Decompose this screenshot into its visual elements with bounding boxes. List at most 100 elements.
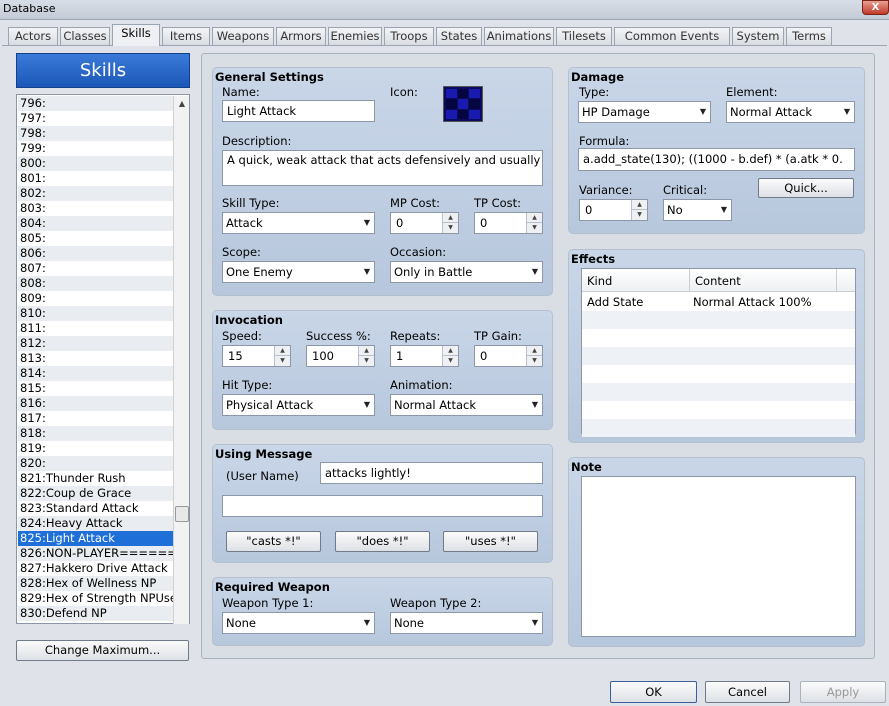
- scope-select[interactable]: One Enemy ▼: [222, 261, 375, 283]
- spin-down-icon[interactable]: ▼: [358, 356, 374, 366]
- col-kind-header[interactable]: Kind: [587, 274, 612, 288]
- list-scrollbar[interactable]: ▲: [173, 96, 189, 624]
- note-textarea[interactable]: [581, 476, 856, 637]
- ok-button[interactable]: OK: [610, 681, 697, 703]
- list-item[interactable]: 822:Coup de Grace: [18, 486, 173, 501]
- spin-up-icon[interactable]: ▲: [358, 346, 374, 356]
- change-maximum-button[interactable]: Change Maximum...: [16, 640, 189, 661]
- formula-input[interactable]: a.add_state(130); ((1000 - b.def) * (a.a…: [578, 148, 855, 171]
- table-row[interactable]: [582, 383, 855, 401]
- spin-up-icon[interactable]: ▲: [274, 346, 290, 356]
- list-item[interactable]: 827:Hakkero Drive Attack: [18, 561, 173, 576]
- list-item[interactable]: 807:: [18, 261, 173, 276]
- variance-stepper[interactable]: 0 ▲ ▼: [579, 199, 648, 221]
- table-row[interactable]: [582, 329, 855, 347]
- list-item[interactable]: 825:Light Attack: [18, 531, 173, 546]
- tp-gain-stepper[interactable]: 0 ▲ ▼: [474, 345, 543, 367]
- message-line1-input[interactable]: attacks lightly!: [320, 462, 543, 484]
- table-row[interactable]: [582, 347, 855, 365]
- spin-up-icon[interactable]: ▲: [442, 213, 458, 223]
- list-item[interactable]: 809:: [18, 291, 173, 306]
- list-item[interactable]: 801:: [18, 171, 173, 186]
- list-item[interactable]: 817:: [18, 411, 173, 426]
- skill-type-select[interactable]: Attack ▼: [222, 212, 375, 234]
- list-item[interactable]: 805:: [18, 231, 173, 246]
- list-item[interactable]: 811:: [18, 321, 173, 336]
- list-item[interactable]: 814:: [18, 366, 173, 381]
- close-button[interactable]: X: [862, 0, 889, 15]
- tab-items[interactable]: Items: [162, 27, 210, 46]
- uses-button[interactable]: "uses *!": [443, 531, 538, 552]
- list-item[interactable]: 824:Heavy Attack: [18, 516, 173, 531]
- spin-up-icon[interactable]: ▲: [526, 346, 542, 356]
- success-stepper[interactable]: 100 ▲ ▼: [306, 345, 375, 367]
- tab-animations[interactable]: Animations: [484, 27, 554, 46]
- spin-down-icon[interactable]: ▼: [526, 223, 542, 233]
- weapon-type1-select[interactable]: None ▼: [222, 612, 375, 634]
- tab-classes[interactable]: Classes: [60, 27, 110, 46]
- spin-up-icon[interactable]: ▲: [526, 213, 542, 223]
- list-item[interactable]: 796:: [18, 96, 173, 111]
- spin-up-icon[interactable]: ▲: [631, 200, 647, 210]
- spin-up-icon[interactable]: ▲: [442, 346, 458, 356]
- mp-cost-stepper[interactable]: 0 ▲ ▼: [390, 212, 459, 234]
- tab-skills[interactable]: Skills: [112, 24, 160, 46]
- skill-list[interactable]: 796: 797: 798: 799: 800: 801: 802: 803: 804: 805:…: [16, 94, 190, 624]
- apply-button[interactable]: Apply: [800, 681, 886, 703]
- list-item[interactable]: 819:: [18, 441, 173, 456]
- skill-icon-picker[interactable]: [443, 86, 483, 122]
- list-item[interactable]: 810:: [18, 306, 173, 321]
- speed-stepper[interactable]: 15 ▲ ▼: [222, 345, 291, 367]
- spin-down-icon[interactable]: ▼: [274, 356, 290, 366]
- cancel-button[interactable]: Cancel: [705, 681, 790, 703]
- spin-down-icon[interactable]: ▼: [631, 210, 647, 220]
- list-item[interactable]: 812:: [18, 336, 173, 351]
- table-row[interactable]: [582, 419, 855, 437]
- tab-enemies[interactable]: Enemies: [328, 27, 382, 46]
- list-item[interactable]: 806:: [18, 246, 173, 261]
- animation-select[interactable]: Normal Attack ▼: [390, 394, 543, 416]
- tab-armors[interactable]: Armors: [276, 27, 326, 46]
- description-input[interactable]: A quick, weak attack that acts defensive…: [222, 150, 543, 186]
- list-item[interactable]: 797:: [18, 111, 173, 126]
- repeats-stepper[interactable]: 1 ▲ ▼: [390, 345, 459, 367]
- tab-system[interactable]: System: [732, 27, 784, 46]
- list-item[interactable]: 818:: [18, 426, 173, 441]
- does-button[interactable]: "does *!": [335, 531, 430, 552]
- list-item[interactable]: 798:: [18, 126, 173, 141]
- list-item[interactable]: 813:: [18, 351, 173, 366]
- table-row[interactable]: Add State Normal Attack 100%: [582, 293, 855, 311]
- list-item[interactable]: 821:Thunder Rush: [18, 471, 173, 486]
- scroll-thumb[interactable]: [175, 506, 189, 522]
- hit-type-select[interactable]: Physical Attack ▼: [222, 394, 375, 416]
- tab-actors[interactable]: Actors: [8, 27, 58, 46]
- list-item[interactable]: 808:: [18, 276, 173, 291]
- list-item[interactable]: 823:Standard Attack: [18, 501, 173, 516]
- table-row[interactable]: [582, 365, 855, 383]
- list-item[interactable]: 800:: [18, 156, 173, 171]
- weapon-type2-select[interactable]: None ▼: [390, 612, 543, 634]
- element-select[interactable]: Normal Attack ▼: [726, 101, 855, 123]
- spin-down-icon[interactable]: ▼: [526, 356, 542, 366]
- list-item[interactable]: 799:: [18, 141, 173, 156]
- tab-states[interactable]: States: [436, 27, 482, 46]
- tab-tilesets[interactable]: Tilesets: [556, 27, 612, 46]
- critical-select[interactable]: No ▼: [663, 199, 732, 221]
- casts-button[interactable]: "casts *!": [226, 531, 321, 552]
- spin-down-icon[interactable]: ▼: [442, 223, 458, 233]
- scroll-up-icon[interactable]: ▲: [174, 96, 190, 112]
- tp-cost-stepper[interactable]: 0 ▲ ▼: [474, 212, 543, 234]
- list-item[interactable]: 815:: [18, 381, 173, 396]
- tab-terms[interactable]: Terms: [786, 27, 832, 46]
- list-item[interactable]: 826:NON-PLAYER=======: [18, 546, 173, 561]
- list-item[interactable]: 802:: [18, 186, 173, 201]
- list-item[interactable]: 820:: [18, 456, 173, 471]
- tab-weapons[interactable]: Weapons: [212, 27, 274, 46]
- col-content-header[interactable]: Content: [695, 274, 741, 288]
- tab-common-events[interactable]: Common Events: [614, 27, 730, 46]
- name-input[interactable]: Light Attack: [222, 100, 375, 122]
- list-item[interactable]: 830:Defend NP: [18, 606, 173, 621]
- list-item[interactable]: 816:: [18, 396, 173, 411]
- occasion-select[interactable]: Only in Battle ▼: [390, 261, 543, 283]
- damage-type-select[interactable]: HP Damage ▼: [578, 101, 711, 123]
